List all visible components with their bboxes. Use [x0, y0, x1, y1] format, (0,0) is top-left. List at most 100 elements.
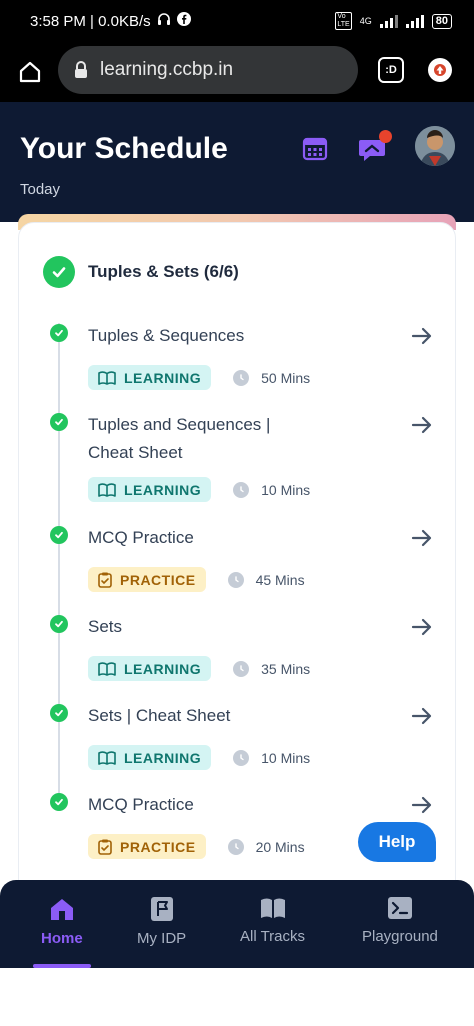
item-title[interactable]: Sets | Cheat Sheet — [88, 702, 328, 730]
item-meta: LEARNING 10 Mins — [88, 477, 310, 502]
user-photo-icon — [415, 126, 455, 166]
item-title[interactable]: MCQ Practice — [88, 791, 328, 819]
address-url: learning.ccbp.in — [100, 59, 234, 80]
item-title[interactable]: Tuples & Sequences — [88, 322, 328, 350]
lock-icon — [75, 61, 87, 78]
item-duration: 10 Mins — [261, 749, 311, 766]
item-meta: LEARNING 10 Mins — [88, 745, 310, 770]
status-time: 3:58 PM | 0.0KB/s — [30, 12, 151, 30]
check-icon — [50, 793, 68, 811]
nav-my-idp[interactable]: My IDP — [137, 896, 186, 947]
up-arrow-icon — [434, 64, 446, 76]
practice-tag: PRACTICE — [88, 567, 206, 592]
tag-label: PRACTICE — [120, 838, 196, 855]
check-icon — [50, 526, 68, 544]
arrow-right-icon[interactable] — [409, 526, 435, 550]
terminal-icon — [387, 897, 412, 919]
browser-toolbar: learning.ccbp.in :D — [0, 42, 474, 102]
tag-label: LEARNING — [124, 369, 202, 386]
item-duration: 50 Mins — [261, 369, 311, 386]
item-duration: 20 Mins — [255, 838, 305, 855]
check-icon — [50, 324, 68, 342]
facebook-icon — [176, 12, 191, 30]
nav-playground[interactable]: Playground — [362, 896, 438, 945]
page-title: Your Schedule — [20, 132, 228, 165]
item-title[interactable]: MCQ Practice — [88, 524, 328, 552]
clipboard-check-icon — [98, 839, 112, 855]
avatar[interactable] — [415, 126, 455, 166]
arrow-right-icon[interactable] — [409, 615, 435, 639]
address-bar[interactable]: learning.ccbp.in — [58, 46, 358, 94]
app-header: Your Schedule Today — [0, 102, 474, 222]
nav-label: All Tracks — [240, 928, 306, 945]
clock-icon — [233, 369, 250, 386]
learning-tag: LEARNING — [88, 365, 212, 390]
nav-home[interactable]: Home — [41, 896, 83, 947]
practice-tag: PRACTICE — [88, 834, 206, 859]
volte-icon: Vo LTE — [335, 12, 352, 30]
arrow-right-icon[interactable] — [409, 704, 435, 728]
open-book-icon — [98, 370, 116, 385]
signal-icon-2 — [405, 14, 424, 28]
extension-button[interactable] — [428, 58, 452, 82]
page-subtitle: Today — [20, 181, 61, 198]
section-check-icon — [43, 256, 75, 288]
item-meta: LEARNING 50 Mins — [88, 365, 310, 390]
home-icon — [50, 899, 73, 920]
bottom-nav: Home My IDP All Tracks Playground — [0, 880, 474, 968]
item-meta: LEARNING 35 Mins — [88, 656, 310, 681]
item-duration: 45 Mins — [255, 571, 305, 588]
item-meta: PRACTICE 20 Mins — [88, 834, 305, 859]
book-icon — [260, 898, 285, 918]
timeline-line — [58, 323, 60, 793]
section-title: Tuples & Sets (6/6) — [88, 262, 239, 281]
arrow-right-icon[interactable] — [409, 793, 435, 817]
browser-home-button[interactable] — [0, 42, 60, 102]
nav-label: My IDP — [137, 930, 187, 947]
signal-icon — [379, 14, 398, 28]
network-type: 4G — [359, 16, 372, 26]
battery-icon: 80 — [431, 13, 452, 29]
learning-tag: LEARNING — [88, 656, 212, 681]
clock-icon — [233, 749, 250, 766]
arrow-right-icon[interactable] — [409, 413, 435, 437]
clock-icon — [227, 571, 244, 588]
schedule-card: Tuples & Sets (6/6) Tuples & Sequences L… — [18, 222, 456, 902]
clock-icon — [227, 838, 244, 855]
nav-label: Playground — [362, 928, 438, 945]
flag-icon — [150, 897, 173, 921]
clock-icon — [233, 481, 250, 498]
item-title[interactable]: Tuples and Sequences | Cheat Sheet — [88, 411, 298, 467]
calendar-icon — [302, 137, 328, 161]
headphones-icon — [157, 12, 171, 30]
help-button[interactable]: Help — [358, 822, 436, 862]
check-icon — [50, 615, 68, 633]
nav-label: Home — [41, 930, 83, 947]
check-icon — [50, 413, 68, 431]
active-tab-indicator — [33, 964, 91, 968]
tag-label: LEARNING — [124, 481, 202, 498]
home-outline-icon — [19, 61, 41, 83]
notification-dot — [379, 130, 392, 143]
tag-label: PRACTICE — [120, 571, 196, 588]
open-book-icon — [98, 750, 116, 765]
item-meta: PRACTICE 45 Mins — [88, 567, 305, 592]
arrow-right-icon[interactable] — [409, 324, 435, 348]
learning-tag: LEARNING — [88, 745, 212, 770]
status-bar: 3:58 PM | 0.0KB/s Vo LTE 4G 80 — [0, 0, 474, 42]
item-duration: 10 Mins — [261, 481, 311, 498]
item-duration: 35 Mins — [261, 660, 311, 677]
learning-tag: LEARNING — [88, 477, 212, 502]
tab-switcher-button[interactable]: :D — [378, 57, 404, 83]
calendar-button[interactable] — [302, 135, 328, 161]
clock-icon — [233, 660, 250, 677]
notifications-button[interactable] — [358, 130, 392, 162]
clipboard-check-icon — [98, 572, 112, 588]
item-title[interactable]: Sets — [88, 613, 328, 641]
check-icon — [50, 704, 68, 722]
open-book-icon — [98, 661, 116, 676]
nav-all-tracks[interactable]: All Tracks — [240, 896, 305, 945]
open-book-icon — [98, 482, 116, 497]
tag-label: LEARNING — [124, 749, 202, 766]
tag-label: LEARNING — [124, 660, 202, 677]
